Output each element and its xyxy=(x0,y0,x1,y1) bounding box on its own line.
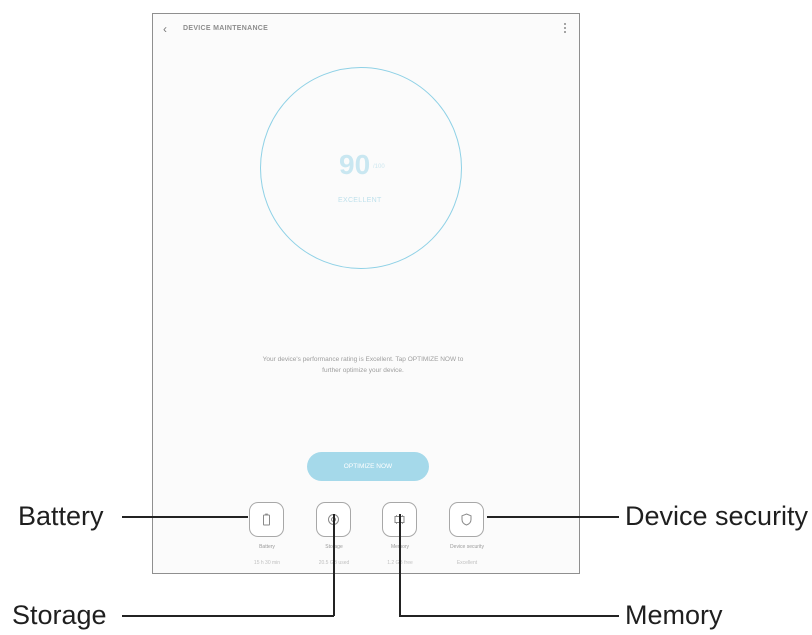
callout-memory: Memory xyxy=(625,600,723,630)
page-title: DEVICE MAINTENANCE xyxy=(183,25,269,32)
callout-line-storage-horizontal xyxy=(122,615,334,617)
device-maintenance-screen: ‹ DEVICE MAINTENANCE 90 /100 EXCELLENT Y… xyxy=(152,13,580,574)
callout-line-storage-vertical xyxy=(333,514,335,616)
battery-tile[interactable] xyxy=(249,502,284,537)
device-security-tile[interactable] xyxy=(449,502,484,537)
battery-label: Battery xyxy=(259,544,275,550)
optimize-now-button[interactable]: OPTIMIZE NOW xyxy=(307,452,429,481)
device-security-label: Device security xyxy=(450,544,484,550)
shield-icon xyxy=(461,513,472,526)
description-line-2: further optimize your device. xyxy=(322,367,404,374)
device-security-value: Excellent xyxy=(456,560,478,566)
callout-line-memory-horizontal xyxy=(399,615,619,617)
callout-line-battery xyxy=(122,516,248,518)
performance-rating: EXCELLENT xyxy=(338,197,382,204)
description-line-1: Your device's performance rating is Exce… xyxy=(262,356,464,363)
more-options-icon[interactable] xyxy=(564,23,567,35)
callout-line-memory-vertical xyxy=(399,514,401,616)
app-bar: ‹ DEVICE MAINTENANCE xyxy=(153,14,579,46)
battery-icon xyxy=(263,513,270,526)
performance-score: 90 xyxy=(339,149,371,180)
score-unit: /100 xyxy=(373,164,385,170)
callout-device-security: Device security xyxy=(625,501,809,531)
performance-description: Your device's performance rating is Exce… xyxy=(213,354,513,376)
callout-storage: Storage xyxy=(12,600,107,630)
callout-battery: Battery xyxy=(18,501,104,531)
battery-value: 15 h 30 min xyxy=(253,560,281,566)
callout-line-device-security xyxy=(487,516,619,518)
back-button[interactable]: ‹ xyxy=(163,23,167,35)
